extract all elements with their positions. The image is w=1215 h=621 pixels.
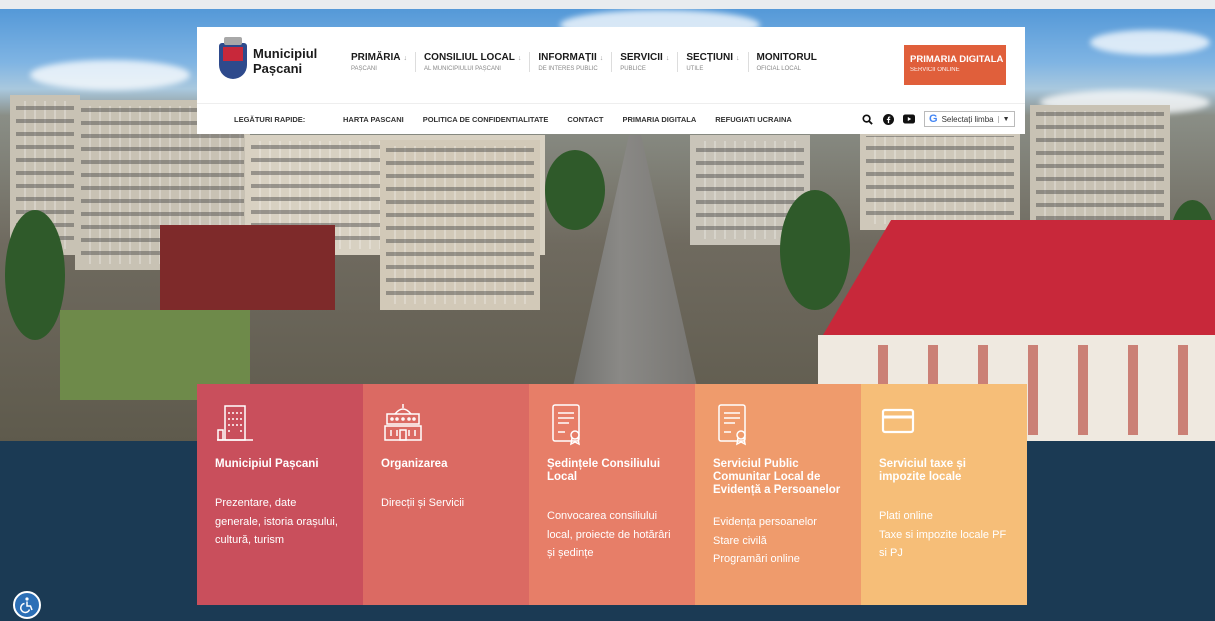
search-icon[interactable] bbox=[861, 113, 873, 125]
nav-primaria[interactable]: PRIMĂRIA ↓ PAȘCANI bbox=[343, 52, 415, 72]
nav-subtitle: DE INTERES PUBLIC bbox=[538, 66, 598, 72]
card-title: Organizarea bbox=[381, 458, 448, 470]
google-icon: G bbox=[929, 113, 938, 125]
nav-title: CONSILIUL LOCAL bbox=[423, 52, 515, 63]
quick-link-contact[interactable]: CONTACT bbox=[567, 115, 603, 124]
quick-links-label: LEGĂTURI RAPIDE: bbox=[234, 115, 306, 124]
card-description: Prezentare, date generale, istoria orașu… bbox=[215, 497, 338, 546]
card-organizarea[interactable]: Organizarea Direcții și Servicii bbox=[363, 384, 529, 605]
nav-title: MONITORUL bbox=[756, 52, 817, 63]
card-municipiul[interactable]: Municipiul Pașcani Prezentare, date gene… bbox=[197, 384, 363, 605]
facebook-icon[interactable] bbox=[882, 113, 894, 125]
language-select[interactable]: G Selectați limba ▼ bbox=[924, 111, 1015, 127]
card-taxe-impozite[interactable]: Serviciul taxe și impozite locale Plati … bbox=[861, 384, 1027, 605]
card-link-plati-online[interactable]: Plati online bbox=[879, 507, 1009, 526]
quick-link-refugiati[interactable]: REFUGIATI UCRAINA bbox=[715, 115, 792, 124]
card-title: Serviciul Public Comunitar Local de Evid… bbox=[713, 458, 841, 496]
quick-link-primaria-digitala[interactable]: PRIMARIA DIGITALA bbox=[623, 115, 697, 124]
quick-link-harta[interactable]: HARTA PASCANI bbox=[343, 115, 404, 124]
nav-subtitle: AL MUNICIPIULUI PAȘCANI bbox=[423, 66, 501, 72]
nav-subtitle: PUBLICE bbox=[620, 66, 646, 72]
card-link-stare-civila[interactable]: Stare civilă bbox=[713, 532, 843, 551]
chevron-down-icon: ↓ bbox=[403, 55, 407, 62]
building-icon bbox=[215, 402, 345, 444]
city-hall-icon bbox=[381, 402, 511, 444]
primaria-digitala-button[interactable]: PRIMARIA DIGITALA SERVICII ONLINE bbox=[904, 45, 1006, 85]
chevron-down-icon: ↓ bbox=[599, 55, 604, 62]
card-link-evidenta[interactable]: Evidența persoanelor bbox=[713, 513, 843, 532]
nav-monitorul[interactable]: MONITORUL OFICIAL LOCAL bbox=[747, 52, 825, 72]
coat-of-arms-icon bbox=[219, 37, 247, 79]
chevron-down-icon: ↓ bbox=[517, 55, 522, 62]
language-label: Selectați limba bbox=[941, 114, 994, 124]
card-sedintele[interactable]: Ședințele Consiliului Local Convocarea c… bbox=[529, 384, 695, 605]
main-nav: PRIMĂRIA ↓ PAȘCANI CONSILIUL LOCAL ↓ AL MU… bbox=[343, 52, 825, 72]
document-icon bbox=[547, 402, 677, 446]
document-icon bbox=[713, 402, 843, 446]
nav-title: SECȚIUNI bbox=[686, 52, 733, 63]
cta-title: PRIMARIA DIGITALA bbox=[910, 54, 1004, 65]
chevron-down-icon: ↓ bbox=[665, 55, 670, 62]
accessibility-icon[interactable] bbox=[13, 591, 41, 619]
card-icon bbox=[879, 402, 1009, 444]
cta-subtitle: SERVICII ONLINE bbox=[910, 67, 960, 73]
nav-sectiuni[interactable]: SECȚIUNI ↓ UTILE bbox=[677, 52, 747, 72]
site-logo[interactable]: Municipiul Pașcani bbox=[219, 37, 318, 79]
quick-links-bar: LEGĂTURI RAPIDE: HARTA PASCANI POLITICA … bbox=[197, 103, 1025, 134]
nav-title: PRIMĂRIA bbox=[351, 52, 401, 63]
card-evidenta-persoanelor[interactable]: Serviciul Public Comunitar Local de Evid… bbox=[695, 384, 861, 605]
service-cards: Municipiul Pașcani Prezentare, date gene… bbox=[197, 384, 1027, 605]
card-link-programari[interactable]: Programări online bbox=[713, 550, 843, 569]
card-link-taxe-impozite[interactable]: Taxe si impozite locale PF si PJ bbox=[879, 526, 1009, 563]
chevron-down-icon: ▼ bbox=[997, 115, 1010, 123]
card-title: Ședințele Consiliului Local bbox=[547, 458, 661, 483]
nav-subtitle: OFICIAL LOCAL bbox=[756, 66, 801, 72]
nav-consiliul-local[interactable]: CONSILIUL LOCAL ↓ AL MUNICIPIULUI PAȘCANI bbox=[414, 52, 529, 72]
nav-servicii[interactable]: SERVICII ↓ PUBLICE bbox=[611, 52, 677, 72]
quick-link-politica[interactable]: POLITICA DE CONFIDENTIALITATE bbox=[423, 115, 549, 124]
card-link-directii[interactable]: Direcții și Servicii bbox=[381, 494, 511, 513]
logo-line2: Pașcani bbox=[253, 61, 303, 76]
nav-title: SERVICII bbox=[620, 52, 663, 63]
logo-line1: Municipiul bbox=[253, 46, 318, 61]
nav-subtitle: PAȘCANI bbox=[351, 66, 377, 72]
chevron-down-icon: ↓ bbox=[736, 55, 740, 62]
card-title: Municipiul Pașcani bbox=[215, 458, 319, 470]
nav-informatii[interactable]: INFORMAȚII ↓ DE INTERES PUBLIC bbox=[529, 52, 611, 72]
nav-title: INFORMAȚII bbox=[538, 52, 597, 63]
site-header: Municipiul Pașcani PRIMĂRIA ↓ PAȘCANI CON… bbox=[197, 27, 1025, 134]
card-description: Convocarea consiliului local, proiecte d… bbox=[547, 510, 671, 559]
card-title: Serviciul taxe și impozite locale bbox=[879, 458, 966, 483]
youtube-icon[interactable] bbox=[903, 113, 915, 125]
red-roof-building bbox=[820, 220, 1215, 340]
nav-subtitle: UTILE bbox=[686, 66, 704, 72]
